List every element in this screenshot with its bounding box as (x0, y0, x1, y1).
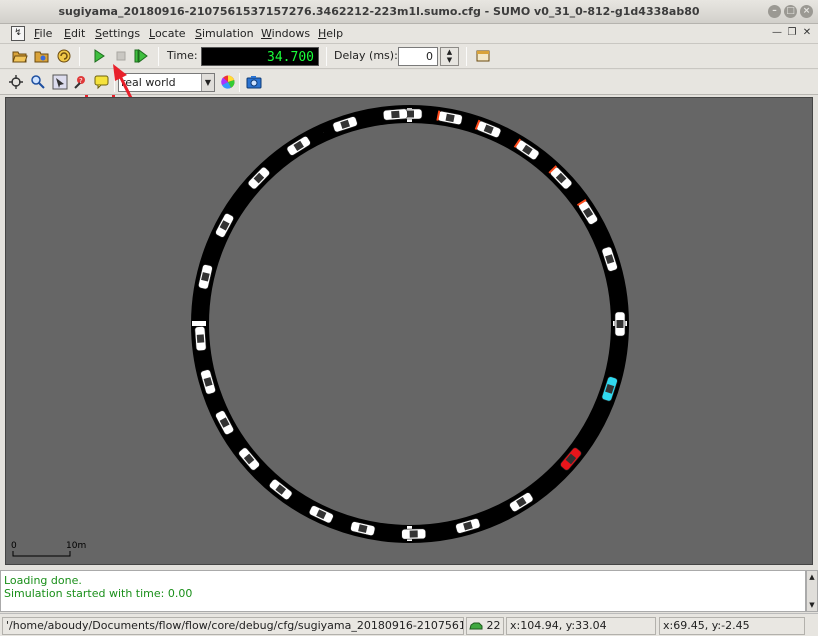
query-icon: ? (74, 76, 85, 89)
app-menu-icon[interactable]: ↯ (11, 26, 25, 41)
vehicle[interactable] (614, 311, 626, 337)
window-icon (476, 50, 490, 62)
edit-visualization-button[interactable] (218, 72, 238, 92)
window-title: sugiyama_20180916-2107561537157276.34622… (58, 5, 700, 18)
menu-locate[interactable]: Locate (149, 27, 186, 40)
mdi-close-icon[interactable]: ✕ (801, 27, 813, 39)
locate-vehicle-button[interactable]: ? (70, 72, 90, 92)
menu-file[interactable]: File (34, 27, 52, 40)
scroll-down-icon[interactable]: ▼ (807, 599, 817, 611)
log-line: Loading done. (4, 574, 82, 587)
menu-settings[interactable]: Settings (95, 27, 140, 40)
log-line: Simulation started with time: 0.00 (4, 587, 193, 600)
vehicle-count-field: 22 (466, 617, 504, 635)
spin-down-icon[interactable]: ▼ (441, 56, 458, 64)
menu-simulation[interactable]: Simulation (195, 27, 254, 40)
vehicle[interactable] (382, 108, 408, 121)
ring-network (191, 105, 629, 543)
junction-left (192, 321, 206, 326)
stop-icon (116, 51, 126, 61)
cursor-coordinates: x:104.94, y:33.04 (506, 617, 656, 635)
status-path: '/home/aboudy/Documents/flow/flow/core/d… (2, 617, 464, 635)
screenshot-button[interactable] (244, 72, 264, 92)
menu-bar: ↯ File Edit Settings Locate Simulation W… (0, 24, 818, 44)
step-icon (134, 49, 148, 63)
vehicle[interactable] (401, 528, 427, 540)
new-view-button[interactable] (473, 46, 493, 66)
svg-text:?: ? (79, 77, 83, 85)
folder-open-icon (12, 51, 28, 63)
color-wheel-icon (221, 75, 235, 89)
delay-input[interactable]: 0 (398, 47, 438, 66)
geo-coordinates: x:69.45, y:-2.45 (659, 617, 805, 635)
camera-icon (246, 76, 262, 89)
scale-bar (12, 551, 71, 557)
mdi-restore-icon[interactable]: ❐ (786, 27, 798, 39)
zoom-button[interactable] (28, 72, 48, 92)
menu-windows[interactable]: Windows (261, 27, 310, 40)
close-window-button[interactable]: × (800, 5, 813, 18)
delay-spinner[interactable]: ▲ ▼ (440, 47, 459, 66)
magnifier-icon (31, 75, 45, 89)
reload-button[interactable] (54, 46, 74, 66)
open-simulation-button[interactable] (10, 46, 30, 66)
folder-network-icon (34, 51, 49, 63)
title-bar: sugiyama_20180916-2107561537157276.34622… (0, 0, 818, 24)
time-label: Time: (167, 49, 198, 62)
locate-icon (52, 74, 68, 90)
play-icon (94, 49, 105, 63)
log-scrollbar[interactable]: ▲ ▼ (806, 570, 818, 612)
locate-junction-button[interactable] (50, 72, 70, 92)
minimize-window-button[interactable]: – (768, 5, 781, 18)
menu-help[interactable]: Help (318, 27, 343, 40)
message-log[interactable]: Loading done. Simulation started with ti… (0, 570, 806, 612)
maximize-window-button[interactable]: □ (784, 5, 797, 18)
time-display: 34.700 (201, 47, 319, 66)
mdi-minimize-icon[interactable]: — (771, 27, 783, 39)
vehicle-count: 22 (486, 619, 501, 632)
spin-up-icon[interactable]: ▲ (441, 48, 458, 56)
recenter-view-button[interactable] (6, 72, 26, 92)
reload-icon (57, 49, 71, 63)
delay-label: Delay (ms): (334, 49, 398, 62)
simulation-canvas[interactable]: 0 10m (5, 97, 813, 565)
menu-edit[interactable]: Edit (64, 27, 85, 40)
vehicle[interactable] (194, 326, 207, 352)
car-icon (469, 622, 483, 630)
scroll-up-icon[interactable]: ▲ (807, 571, 817, 583)
chevron-down-icon[interactable]: ▼ (201, 74, 214, 91)
open-network-button[interactable] (32, 46, 52, 66)
status-bar: '/home/aboudy/Documents/flow/flow/core/d… (0, 613, 818, 636)
sumo-gui-window: sugiyama_20180916-2107561537157276.34622… (0, 0, 818, 636)
recenter-icon (9, 75, 23, 89)
